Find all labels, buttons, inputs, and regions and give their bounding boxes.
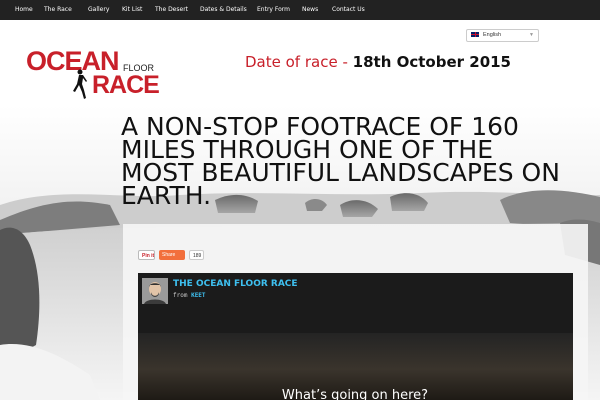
- race-date: Date of race - 18th October 2015: [245, 53, 511, 71]
- nav-home[interactable]: Home: [15, 0, 33, 20]
- share-button[interactable]: Share: [159, 250, 185, 260]
- uk-flag-icon: [471, 32, 479, 38]
- nav-contact-us[interactable]: Contact Us: [332, 0, 365, 20]
- nav-entry-form[interactable]: Entry Form: [257, 0, 290, 20]
- nav-news[interactable]: News: [302, 0, 318, 20]
- pinterest-pin-button[interactable]: Pin it: [138, 250, 155, 260]
- nav-dates-details[interactable]: Dates & Details: [200, 0, 247, 20]
- share-count: 189: [189, 250, 204, 260]
- video-from-label: from: [173, 292, 188, 299]
- logo-word-race: RACE: [92, 71, 160, 99]
- chevron-down-icon: ▼: [529, 32, 534, 38]
- top-navigation: Home The Race Gallery Kit List The Deser…: [0, 0, 600, 20]
- hero-tagline: A NON-STOP FOOTRACE OF 160 MILES THROUGH…: [121, 112, 560, 210]
- site-logo[interactable]: OCEAN FLOOR RACE: [26, 46, 160, 99]
- nav-gallery[interactable]: Gallery: [88, 0, 109, 20]
- language-label: English: [483, 32, 502, 38]
- race-date-label: Date of race -: [245, 53, 348, 71]
- nav-the-race[interactable]: The Race: [44, 0, 72, 20]
- avatar[interactable]: [142, 278, 168, 304]
- race-date-value: 18th October 2015: [352, 53, 511, 71]
- video-byline: from KEET: [173, 292, 206, 299]
- nav-the-desert[interactable]: The Desert: [155, 0, 188, 20]
- nav-kit-list[interactable]: Kit List: [122, 0, 142, 20]
- video-title[interactable]: THE OCEAN FLOOR RACE: [173, 279, 298, 289]
- video-caption: What’s going on here?: [281, 388, 429, 403]
- user-portrait-icon: [142, 278, 168, 304]
- language-select[interactable]: English ▼: [466, 29, 539, 42]
- video-author-link[interactable]: KEET: [191, 292, 205, 299]
- runner-icon: [73, 69, 87, 99]
